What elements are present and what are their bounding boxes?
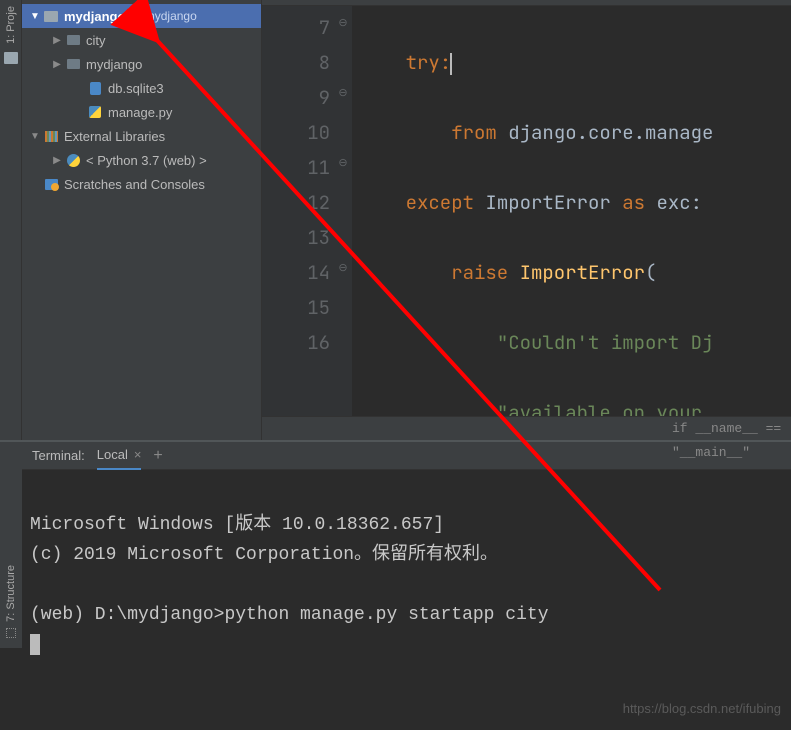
code-token: "available on your [497,400,714,416]
terminal-line: Microsoft Windows [版本 10.0.18362.657] [30,515,444,535]
code-token: ImportError [485,190,622,215]
structure-tool-label[interactable]: 7: Structure [5,565,17,622]
folder-icon [64,56,82,72]
terminal-tab-local[interactable]: Local × [97,442,142,470]
chevron-right-icon[interactable] [50,35,64,46]
code-token: exc: [656,190,702,215]
chevron-right-icon[interactable] [50,155,64,166]
text-caret [450,53,452,75]
editor-breadcrumb[interactable]: if __name__ == "__main__" [262,416,791,440]
scratches-icon [42,176,60,192]
tree-root-mydjango[interactable]: mydjango D:\mydjango [22,4,261,28]
terminal-prompt: (web) D:\mydjango> [30,605,224,625]
code-token: try: [406,50,452,75]
code-token: raise [451,260,519,285]
terminal-title: Terminal: [32,448,85,463]
tree-item-label: db.sqlite3 [108,81,164,96]
code-token: django.core.manage [497,120,714,145]
tree-external-libs[interactable]: External Libraries [22,124,261,148]
code-body[interactable]: try: from django.core.manage except Impo… [352,6,791,416]
python-file-icon [86,104,104,120]
chevron-down-icon[interactable] [28,11,42,22]
tree-root-label: mydjango [64,9,125,24]
code-token: "Couldn't import Dj [497,330,714,355]
terminal-line: (c) 2019 Microsoft Corporation。保留所有权利。 [30,545,498,565]
code-token: except [406,190,486,215]
fold-gutter: ⊖⊖⊖⊖ [336,6,350,356]
tree-item-label: Scratches and Consoles [64,177,205,192]
tree-item-managepy[interactable]: manage.py [22,100,261,124]
terminal-cursor [30,634,40,655]
terminal-command: python manage.py startapp city [224,605,548,625]
tree-item-label: manage.py [108,105,172,120]
left-tool-strip: 1: Proje [0,0,22,440]
python-icon [64,152,82,168]
editor-area: 7 8 9 10 11 12 13 14 15 16 ⊖⊖⊖⊖ try: fro… [262,0,791,440]
tree-python-sdk[interactable]: < Python 3.7 (web) > [22,148,261,172]
folder-icon [64,32,82,48]
terminal-panel: 7: Structure Terminal: Local × + Microso… [0,440,791,648]
tree-item-mydjango-pkg[interactable]: mydjango [22,52,261,76]
terminal-tab-label: Local [97,447,128,462]
terminal-output[interactable]: Microsoft Windows [版本 10.0.18362.657] (c… [22,470,791,730]
code-editor[interactable]: 7 8 9 10 11 12 13 14 15 16 ⊖⊖⊖⊖ try: fro… [262,6,791,416]
chevron-down-icon[interactable] [28,131,42,142]
bottom-tool-strip: 7: Structure [0,442,22,648]
project-icon[interactable] [4,52,18,64]
tree-item-db[interactable]: db.sqlite3 [22,76,261,100]
tree-item-city[interactable]: city [22,28,261,52]
structure-icon[interactable] [6,628,16,638]
new-terminal-button[interactable]: + [153,447,162,465]
close-icon[interactable]: × [134,447,142,462]
tree-item-label: city [86,33,106,48]
code-token: ( [645,260,656,285]
watermark-text: https://blog.csdn.net/ifubing [623,694,781,724]
libraries-icon [42,128,60,144]
tree-item-label: < Python 3.7 (web) > [86,153,207,168]
folder-icon [42,8,60,24]
tree-item-label: mydjango [86,57,142,72]
tree-item-label: External Libraries [64,129,165,144]
project-tool-label[interactable]: 1: Proje [5,6,17,44]
project-tree-panel: mydjango D:\mydjango city mydjango db.sq… [22,0,262,440]
code-token: ImportError [520,260,645,285]
database-icon [86,80,104,96]
code-token: as [622,190,656,215]
tree-root-path: D:\mydjango [129,9,196,23]
code-token: from [451,120,497,145]
tree-scratches[interactable]: Scratches and Consoles [22,172,261,196]
line-number-gutter: 7 8 9 10 11 12 13 14 15 16 ⊖⊖⊖⊖ [262,6,352,416]
chevron-right-icon[interactable] [50,59,64,70]
